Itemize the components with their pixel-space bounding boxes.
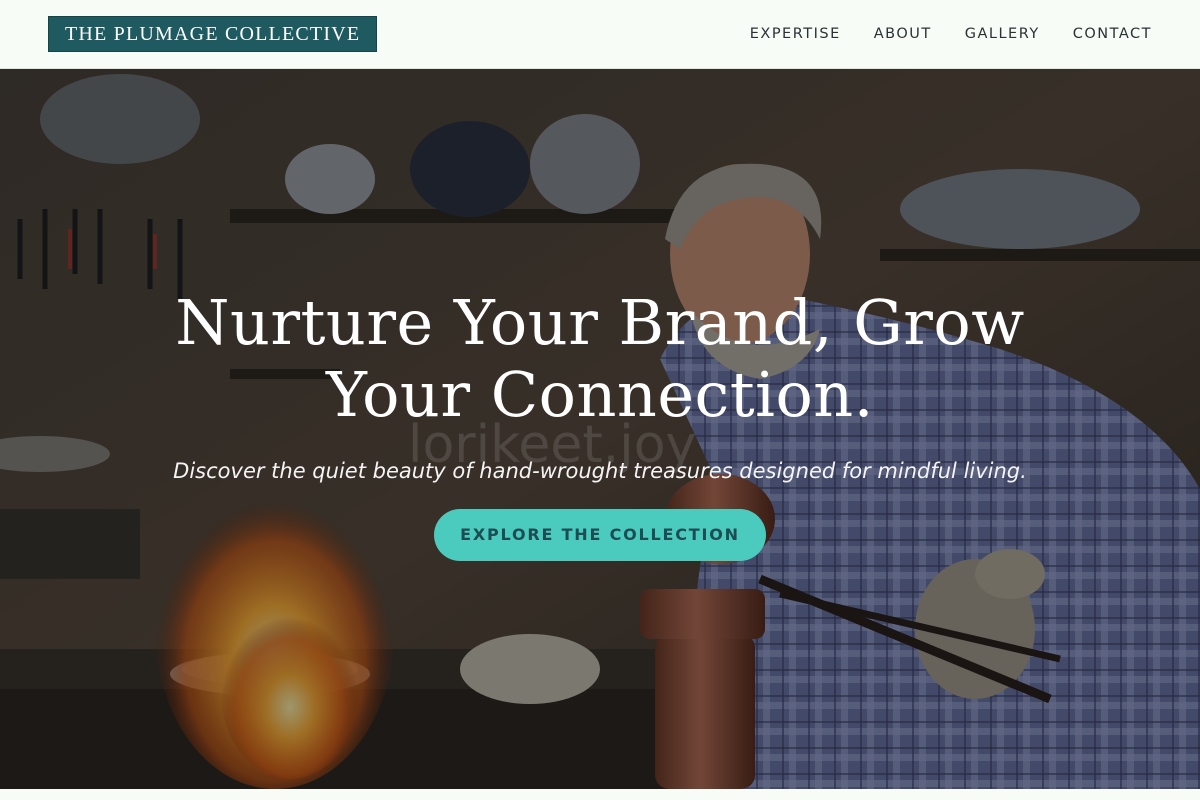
main-nav: EXPERTISE ABOUT GALLERY CONTACT xyxy=(750,26,1152,42)
brand-logo[interactable]: THE PLUMAGE COLLECTIVE xyxy=(48,16,378,52)
hero-section: lorikeet.joy Nurture Your Brand, Grow Yo… xyxy=(0,69,1200,789)
site-header: THE PLUMAGE COLLECTIVE EXPERTISE ABOUT G… xyxy=(0,0,1200,69)
nav-link-about[interactable]: ABOUT xyxy=(874,26,932,42)
page-bottom-strip xyxy=(0,789,1200,800)
hero-subtitle: Discover the quiet beauty of hand-wrough… xyxy=(173,459,1027,483)
hero-title: Nurture Your Brand, Grow Your Connection… xyxy=(175,286,1025,431)
nav-link-contact[interactable]: CONTACT xyxy=(1073,26,1152,42)
nav-link-gallery[interactable]: GALLERY xyxy=(965,26,1040,42)
explore-collection-button[interactable]: EXPLORE THE COLLECTION xyxy=(434,509,766,561)
hero-content: Nurture Your Brand, Grow Your Connection… xyxy=(0,287,1200,561)
nav-link-expertise[interactable]: EXPERTISE xyxy=(750,26,841,42)
